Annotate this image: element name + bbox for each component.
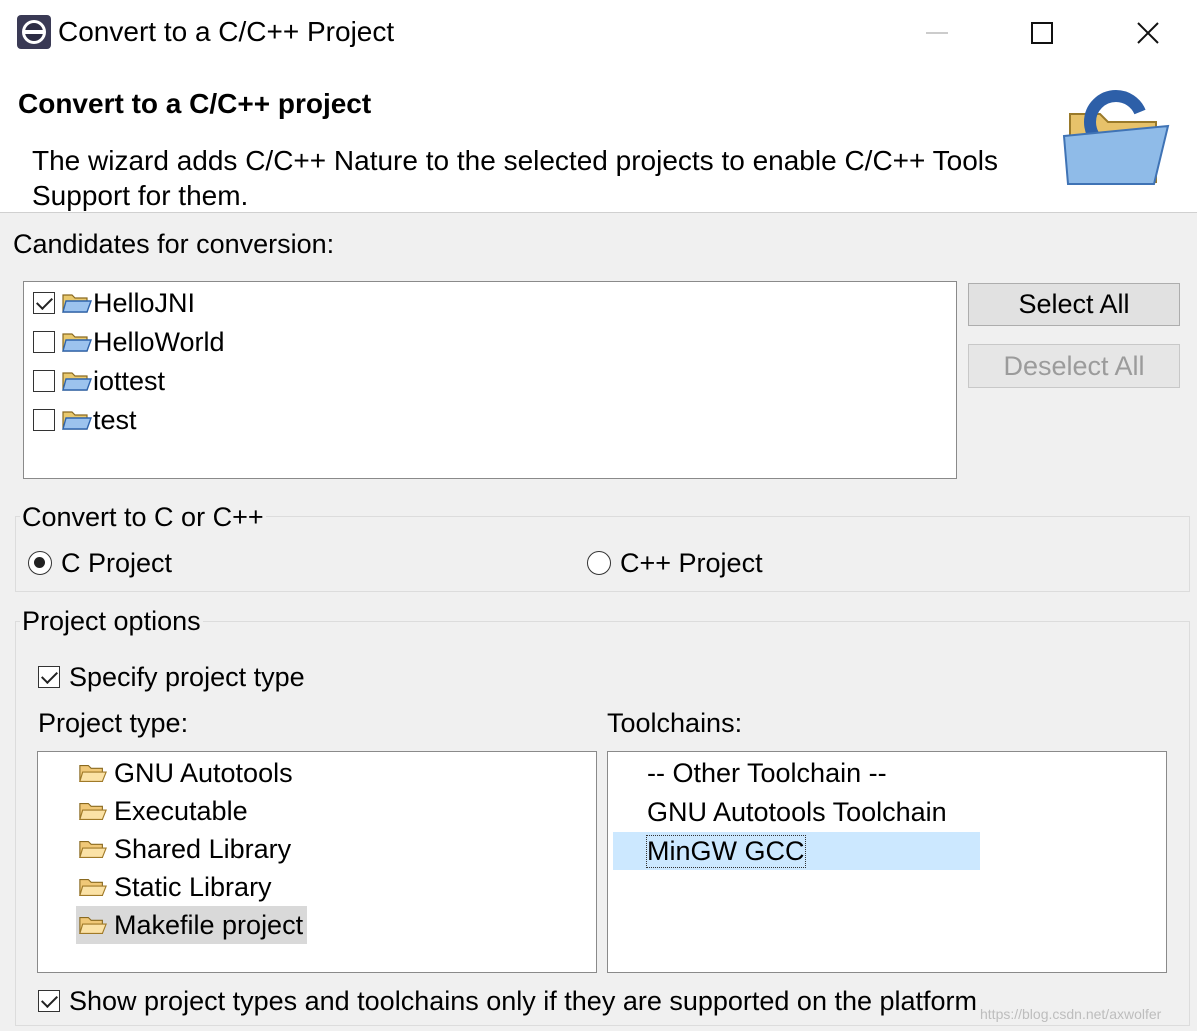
candidate-checkbox[interactable] [33,409,55,431]
candidates-rows: HelloJNI HelloWorld iottest test [23,281,957,479]
toolchain-name: MinGW GCC [646,834,806,868]
specify-project-type-checkbox[interactable] [38,666,60,688]
project-type-name: GNU Autotools [114,757,293,788]
minimize-icon [926,32,948,34]
project-type-item[interactable]: Executable [76,792,252,830]
project-type-name: Shared Library [114,833,292,864]
c-folder-wizard-icon [1062,90,1170,185]
folder-icon [79,840,107,858]
folder-icon [79,878,107,896]
toolchain-item[interactable]: GNU Autotools Toolchain [613,793,980,831]
minimize-button[interactable] [909,8,965,58]
maximize-icon [1031,22,1053,44]
project-folder-icon [62,411,92,430]
project-folder-icon [62,294,92,313]
project-type-name: Makefile project [114,909,304,940]
project-type-label: Project type: [38,708,189,738]
show-supported-only[interactable]: Show project types and toolchains only i… [38,982,977,1020]
show-supported-label: Show project types and toolchains only i… [69,985,978,1016]
maximize-button[interactable] [1014,8,1070,58]
toolchain-name: -- Other Toolchain -- [647,757,887,788]
toolchain-item[interactable]: MinGW GCC [613,832,980,870]
convert-to-label: Convert to C or C++ [20,500,266,534]
candidate-item[interactable]: HelloWorld [33,323,225,361]
candidate-name: HelloWorld [93,326,225,357]
wizard-description: The wizard adds C/C++ Nature to the sele… [32,145,999,211]
project-type-name: Executable [114,795,248,826]
c-project-option[interactable]: C Project [28,544,172,582]
candidate-item[interactable]: HelloJNI [33,284,195,322]
project-type-name: Static Library [114,871,272,902]
project-type-item[interactable]: Static Library [76,868,276,906]
eclipse-app-icon [17,15,51,49]
c-project-radio[interactable] [28,551,52,575]
candidate-item[interactable]: iottest [33,362,165,400]
project-options-label: Project options [20,604,203,638]
folder-icon [79,802,107,820]
project-type-item[interactable]: GNU Autotools [76,754,297,792]
candidate-checkbox[interactable] [33,331,55,353]
candidate-name: iottest [93,365,166,396]
project-type-rows: GNU Autotools Executable Shared Library Sta… [37,751,597,973]
project-folder-icon [62,372,92,391]
toolchains-label: Toolchains: [607,708,743,738]
close-button[interactable] [1120,8,1176,58]
folder-icon [79,916,107,934]
cpp-project-option[interactable]: C++ Project [587,544,763,582]
candidate-item[interactable]: test [33,401,137,439]
toolchains-rows: -- Other Toolchain -- GNU Autotools Toolc… [607,751,1167,973]
project-type-item[interactable]: Shared Library [76,830,295,868]
candidate-checkbox[interactable] [33,292,55,314]
candidate-name: HelloJNI [93,287,196,318]
wizard-title: Convert to a C/C++ project [18,88,372,119]
deselect-all-button[interactable]: Deselect All [968,344,1180,388]
candidate-checkbox[interactable] [33,370,55,392]
select-all-button[interactable]: Select All [968,283,1180,326]
specify-project-type-label: Specify project type [69,661,305,692]
watermark-text: https://blog.csdn.net/axwolfer [980,1006,1162,1022]
cpp-project-label: C++ Project [620,547,763,578]
candidates-label: Candidates for conversion: [13,229,335,259]
close-icon [1137,22,1159,44]
specify-project-type[interactable]: Specify project type [38,658,305,696]
window-title: Convert to a C/C++ Project [58,16,395,47]
toolchain-name: GNU Autotools Toolchain [647,796,947,827]
show-supported-checkbox[interactable] [38,990,60,1012]
folder-icon [79,764,107,782]
project-type-item[interactable]: Makefile project [76,906,308,944]
cpp-project-radio[interactable] [587,551,611,575]
project-folder-icon [62,333,92,352]
candidate-name: test [93,404,137,435]
toolchain-item[interactable]: -- Other Toolchain -- [613,754,980,792]
c-project-label: C Project [61,547,173,578]
